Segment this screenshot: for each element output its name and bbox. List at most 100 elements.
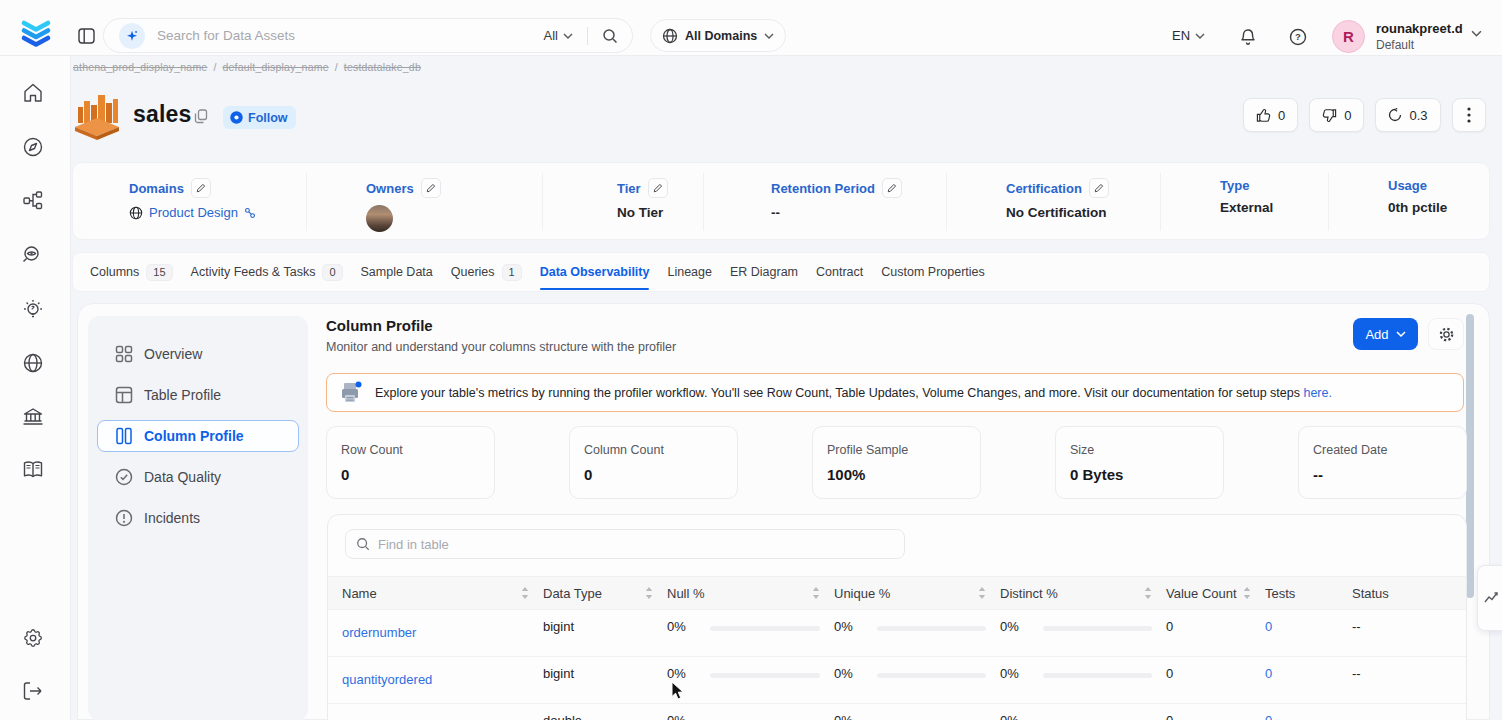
- copy-icon[interactable]: [194, 109, 208, 124]
- app-logo-icon[interactable]: [19, 17, 53, 50]
- sort-icon[interactable]: [645, 587, 653, 599]
- column-header-value-count[interactable]: Value Count: [1166, 586, 1265, 601]
- cell-name[interactable]: [328, 704, 543, 719]
- version-history-icon: [1388, 108, 1402, 122]
- metadata-value[interactable]: Product Design: [129, 205, 256, 220]
- sort-icon[interactable]: [1243, 587, 1251, 599]
- ai-sparkle-icon[interactable]: [119, 23, 145, 49]
- stat-card-row-count: Row Count0: [326, 426, 495, 499]
- user-menu[interactable]: rounakpreet.d Default: [1376, 21, 1463, 52]
- distinct-progress-bar: [1043, 626, 1152, 631]
- add-button[interactable]: Add: [1353, 318, 1418, 350]
- profile-nav-column-profile[interactable]: Column Profile: [97, 420, 299, 452]
- tab-lineage[interactable]: Lineage: [667, 253, 712, 291]
- breadcrumb-item[interactable]: default_display_name: [223, 61, 329, 73]
- find-in-table-input[interactable]: Find in table: [345, 529, 905, 559]
- edit-icon[interactable]: [882, 178, 902, 198]
- sort-icon[interactable]: [978, 587, 986, 599]
- column-header-name[interactable]: Name: [328, 586, 543, 601]
- profile-nav-overview[interactable]: Overview: [97, 338, 299, 370]
- null-progress-bar: [710, 626, 820, 631]
- profile-nav-incidents[interactable]: Incidents: [97, 502, 299, 534]
- observability-icon[interactable]: [21, 243, 45, 267]
- tab-er-diagram[interactable]: ER Diagram: [730, 253, 798, 291]
- insights-bulb-icon[interactable]: [21, 297, 45, 321]
- column-header-status[interactable]: Status: [1352, 586, 1466, 601]
- column-header-null-[interactable]: Null %: [667, 586, 834, 601]
- tab-queries[interactable]: Queries1: [451, 253, 522, 291]
- sidebar-toggle-icon[interactable]: [78, 28, 95, 44]
- tab-sample-data[interactable]: Sample Data: [361, 253, 433, 291]
- metadata-section-tier: TierNo Tier: [617, 178, 668, 220]
- profiler-settings-button[interactable]: [1428, 318, 1464, 350]
- cell-tests[interactable]: 0: [1265, 610, 1352, 634]
- breadcrumb[interactable]: athena_prod_display_name / default_display…: [73, 61, 421, 73]
- column-header-unique-[interactable]: Unique %: [834, 586, 1000, 601]
- banner-here-link[interactable]: here.: [1303, 386, 1332, 400]
- cell-tests[interactable]: 0: [1265, 704, 1352, 720]
- cell-name[interactable]: ordernumber: [328, 610, 543, 640]
- follow-button[interactable]: Follow: [223, 106, 296, 129]
- explore-compass-icon[interactable]: [21, 135, 45, 159]
- search-input[interactable]: Search for Data Assets: [157, 28, 544, 43]
- downvote-button[interactable]: 0: [1309, 98, 1364, 132]
- chart-handle-icon: [1484, 590, 1500, 606]
- right-panel-handle[interactable]: [1477, 565, 1502, 631]
- settings-gear-icon[interactable]: [21, 626, 45, 650]
- tab-contract[interactable]: Contract: [816, 253, 863, 291]
- version-button[interactable]: 0.3: [1375, 98, 1440, 132]
- breadcrumb-item[interactable]: testdatalake_db: [344, 61, 421, 73]
- sort-icon[interactable]: [812, 587, 820, 599]
- tab-data-observability[interactable]: Data Observability: [540, 253, 650, 291]
- metadata-divider: [542, 173, 543, 231]
- help-icon[interactable]: ?: [1289, 28, 1307, 46]
- tab-columns[interactable]: Columns15: [90, 253, 173, 291]
- govern-bank-icon[interactable]: [21, 405, 45, 429]
- glossary-book-icon[interactable]: [21, 458, 45, 482]
- edit-icon[interactable]: [648, 178, 668, 198]
- home-icon[interactable]: [21, 81, 45, 105]
- chevron-down-icon: [764, 33, 774, 39]
- user-menu-chevron-icon[interactable]: [1471, 30, 1482, 37]
- global-search[interactable]: Search for Data Assets All: [103, 18, 633, 53]
- edit-icon[interactable]: [191, 178, 211, 198]
- search-icon[interactable]: [602, 28, 618, 44]
- edit-icon[interactable]: [421, 178, 441, 198]
- metadata-divider: [1328, 173, 1329, 231]
- sort-icon[interactable]: [521, 587, 529, 599]
- tab-activity-feeds-tasks[interactable]: Activity Feeds & Tasks0: [191, 253, 343, 291]
- search-scope-dropdown[interactable]: All: [544, 28, 573, 43]
- user-avatar[interactable]: R: [1332, 20, 1365, 53]
- cell-name[interactable]: quantityordered: [328, 657, 543, 687]
- profile-nav-table-profile[interactable]: Table Profile: [97, 379, 299, 411]
- tab-badge: 15: [146, 264, 172, 281]
- edit-icon[interactable]: [1089, 178, 1109, 198]
- upvote-button[interactable]: 0: [1243, 98, 1298, 132]
- metadata-section-domains: DomainsProduct Design: [129, 178, 256, 220]
- sort-icon[interactable]: [1144, 587, 1152, 599]
- column-header-distinct-[interactable]: Distinct %: [1000, 586, 1166, 601]
- tab-custom-properties[interactable]: Custom Properties: [881, 253, 985, 291]
- tab-label: Data Observability: [540, 265, 650, 279]
- profile-nav-data-quality[interactable]: Data Quality: [97, 461, 299, 493]
- domains-dropdown[interactable]: All Domains: [650, 19, 786, 52]
- breadcrumb-separator: /: [213, 61, 216, 73]
- scrollbar-thumb[interactable]: [1466, 314, 1474, 598]
- metadata-divider: [1160, 173, 1161, 231]
- more-options-button[interactable]: [1452, 98, 1486, 132]
- owner-avatar[interactable]: [366, 205, 441, 232]
- search-icon: [356, 537, 370, 551]
- notifications-bell-icon[interactable]: [1239, 28, 1257, 46]
- column-header-label: Data Type: [543, 586, 602, 601]
- logout-icon[interactable]: [21, 679, 45, 703]
- cell-value-count: 0: [1166, 610, 1265, 634]
- language-dropdown[interactable]: EN: [1172, 28, 1205, 43]
- breadcrumb-item[interactable]: athena_prod_display_name: [73, 61, 207, 73]
- metadata-value: External: [1220, 200, 1273, 215]
- column-header-tests[interactable]: Tests: [1265, 586, 1352, 601]
- column-header-data-type[interactable]: Data Type: [543, 586, 667, 601]
- domains-globe-icon[interactable]: [21, 351, 45, 375]
- cell-tests[interactable]: 0: [1265, 657, 1352, 681]
- cell-distinct-pct: 0%: [1000, 704, 1166, 720]
- lineage-flow-icon[interactable]: [21, 189, 45, 213]
